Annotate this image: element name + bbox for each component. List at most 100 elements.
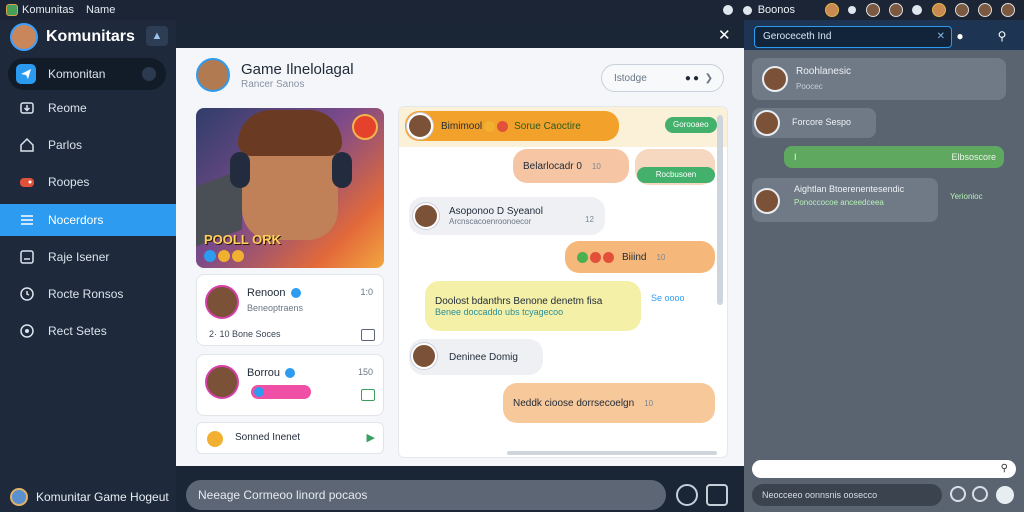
user-avatar[interactable] (955, 3, 969, 17)
home-icon[interactable] (742, 5, 752, 15)
notification-badge (142, 67, 156, 81)
settings-icon[interactable] (912, 5, 922, 15)
user-sub: Beneoptraens (247, 303, 304, 313)
star-icon[interactable] (848, 6, 856, 14)
sidebar-header: Komunitars (10, 23, 135, 51)
search-icon[interactable]: ⚲ (1001, 460, 1008, 478)
send-button[interactable] (996, 486, 1014, 504)
message-text: Biiind (622, 251, 647, 263)
emoji-button[interactable] (950, 486, 966, 502)
avatar[interactable] (205, 285, 239, 319)
user-name: Renoon (247, 287, 301, 299)
page-title: Game Ilnelolagal (241, 61, 354, 78)
compose-bar[interactable]: Neocceeo oonnsnis oosecco (752, 484, 942, 506)
user-avatar[interactable] (825, 3, 839, 17)
close-icon[interactable]: ✕ (937, 27, 945, 47)
search-icon[interactable]: ⚲ (992, 26, 1012, 46)
card-title: Aightlan Btoerenentesendic (794, 184, 905, 194)
attach-button[interactable] (972, 486, 988, 502)
user-card[interactable]: Borrou 150 (196, 354, 384, 416)
message-sub: Benee doccaddo ubs tcyagecoo (435, 306, 564, 317)
community-avatar[interactable] (10, 23, 38, 51)
sidebar-footer: Komunitar Game Hogeut (10, 488, 169, 506)
user-number: 1:0 (360, 287, 373, 297)
search-input[interactable]: Istodge ●● ❯ (601, 64, 724, 92)
window-section: Name (85, 4, 116, 16)
avatar[interactable] (754, 188, 780, 214)
character-hair (238, 110, 342, 156)
user-avatar[interactable] (1001, 3, 1015, 17)
card-sub: Poocec (796, 82, 823, 91)
collapse-button[interactable]: ▲ (146, 26, 168, 46)
title-bar: Komunitas Name Boonos (0, 0, 1024, 20)
window-icon (18, 248, 36, 266)
user-avatar[interactable] (932, 3, 946, 17)
sidebar-item-nocerdors[interactable]: Nocerdors (0, 204, 176, 236)
emoji-icon (590, 251, 601, 263)
arrow-right-icon[interactable]: ▶ (367, 431, 375, 444)
user-name-text: Borrou (247, 367, 281, 379)
user-card[interactable]: Renoon 1:0 Beneoptraens 2· 10 Bone Soces (196, 274, 384, 346)
sidebar-item-label: Roopes (48, 175, 90, 189)
target-icon (18, 322, 36, 340)
user-avatar[interactable] (978, 3, 992, 17)
search-value: Istodge (614, 72, 647, 84)
message-bubble[interactable]: Biiind 10 (565, 241, 715, 273)
message-input[interactable]: Neeage Cormeoo linord pocaos (186, 480, 666, 510)
avatar[interactable] (205, 365, 239, 399)
user-name: Borrou (247, 367, 296, 379)
horizontal-scrollbar[interactable] (507, 451, 717, 455)
chat-panel: Bimimool Sorue Caoctire Gorooaeo Belarlo… (398, 106, 728, 458)
sidebar-item-label: Reome (48, 101, 87, 115)
search-input[interactable]: Geroceceth Ind ✕ (754, 26, 952, 48)
bell-icon[interactable]: ● (950, 26, 970, 46)
emoji-button[interactable] (676, 484, 698, 506)
sidebar-item-komonitan[interactable]: Komonitan (8, 58, 166, 90)
chat-icon[interactable] (722, 5, 733, 15)
check-icon[interactable] (361, 389, 375, 401)
verified-icon (285, 368, 296, 379)
sidebar-item-rocte-ronsos[interactable]: Rocte Ronsos (0, 278, 176, 310)
card-title: Forcore Sespo (792, 117, 852, 127)
message-bubble[interactable]: Neddk cioose dorrsecoelgn 10 (503, 383, 715, 423)
list-item[interactable]: Roohlanesic Poocec (752, 58, 1006, 100)
sidebar-item-parlos[interactable]: Parlos (0, 129, 176, 161)
reply-input[interactable]: ⚲ (752, 460, 1016, 478)
gamepad-icon (18, 173, 36, 191)
avatar[interactable] (413, 203, 439, 229)
message-bubble[interactable]: Belarlocadr 0 10 (513, 149, 629, 183)
chat-header-rest: Sorue Caoctire (514, 120, 581, 132)
game-cover-card[interactable]: POOLL ORK (196, 108, 384, 268)
avatar[interactable] (411, 343, 437, 369)
list-item[interactable]: Sonned Inenet ▶ (196, 422, 384, 454)
sidebar: Komunitars ▲ Komonitan Reome Parlos Roop… (0, 20, 176, 512)
avatar[interactable] (407, 113, 433, 139)
message-icon[interactable] (361, 329, 375, 341)
avatar[interactable] (754, 110, 780, 136)
avatar[interactable] (762, 66, 788, 92)
list-item[interactable]: Forcore Sespo (752, 108, 876, 138)
user-avatar[interactable] (866, 3, 880, 17)
game-icons (204, 250, 246, 262)
sidebar-item-rect-setes[interactable]: Rect Setes (0, 315, 176, 347)
game-avatar[interactable] (196, 58, 230, 92)
status-label: I (794, 152, 797, 162)
status-row[interactable]: I Elbsoscore (784, 146, 1004, 168)
more-icon[interactable]: ●● (685, 73, 701, 84)
list-item[interactable]: Aightlan Btoerenentesendic Ponoccocoe an… (752, 178, 938, 222)
chat-header-text: Bimimool (441, 120, 483, 132)
sidebar-item-reome[interactable]: Reome (0, 92, 176, 124)
sidebar-item-raje-isener[interactable]: Raje Isener (0, 241, 176, 273)
list-icon (18, 211, 36, 229)
sidebar-item-roopes[interactable]: Roopes (0, 166, 176, 198)
message-time: 10 (591, 161, 601, 171)
attach-button[interactable] (706, 484, 728, 506)
chevron-icon[interactable]: ❯ (705, 73, 713, 84)
chat-header-bubble[interactable]: Bimimool Sorue Caoctire (405, 111, 619, 141)
close-icon[interactable]: ✕ (718, 26, 731, 44)
card-title: Roohlanesic (796, 66, 852, 77)
send-icon (16, 64, 36, 84)
message-bubble[interactable]: Doolost bdanthrs Benone denetm fisa Bene… (425, 281, 641, 331)
user-avatar[interactable] (889, 3, 903, 17)
vertical-scrollbar[interactable] (717, 115, 723, 305)
